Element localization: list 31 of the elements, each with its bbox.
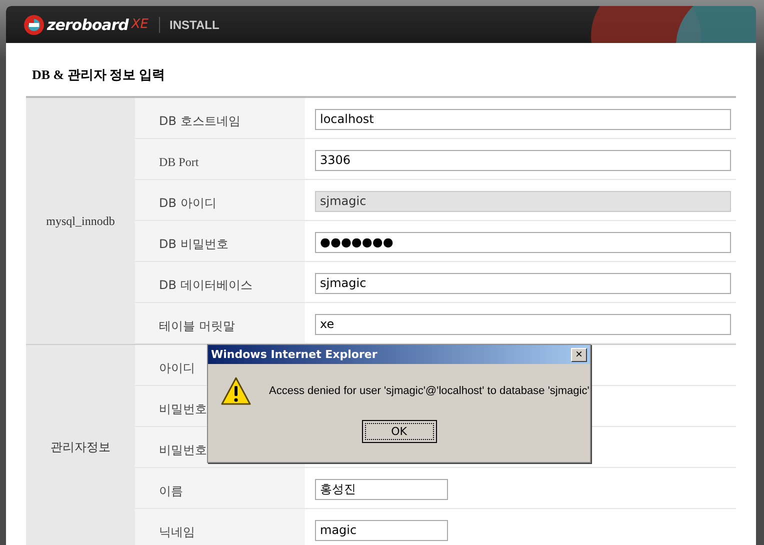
field-label: DB 호스트네임 bbox=[159, 114, 240, 128]
input-field[interactable]: 홍성진 bbox=[315, 479, 448, 500]
form-title: DB & 관리자 정보 입력 bbox=[31, 66, 166, 84]
input-field[interactable]: xe bbox=[315, 314, 731, 334]
input-field[interactable]: localhost bbox=[315, 108, 731, 130]
close-button[interactable]: × bbox=[571, 348, 587, 362]
input-field[interactable]: 3306 bbox=[315, 150, 731, 170]
logo-icon bbox=[23, 14, 45, 36]
field-label: 이름 bbox=[159, 484, 183, 498]
dialog-title: Windows Internet Explorer bbox=[211, 348, 378, 361]
field-label: 아이디 bbox=[159, 361, 195, 375]
group-label: 관리자정보 bbox=[26, 345, 135, 545]
input-field[interactable]: ●●●●●●● bbox=[315, 232, 731, 252]
input-field[interactable]: sjmagic bbox=[315, 190, 731, 212]
ok-button[interactable]: OK bbox=[362, 420, 436, 443]
logo-text: zeroboard bbox=[47, 16, 128, 34]
field-label: DB 비밀번호 bbox=[159, 237, 228, 251]
field-label: 테이블 머릿말 bbox=[159, 319, 235, 333]
dialog-message: Access denied for user 'sjmagic'@'localhost' to database 'sjmagic' bbox=[269, 385, 590, 397]
field-label: 비밀번호 bbox=[159, 402, 207, 416]
logo-suffix: XE bbox=[131, 17, 149, 32]
input-field[interactable]: magic bbox=[315, 520, 448, 540]
group-label: mysql_innodb bbox=[26, 98, 135, 344]
field-label: DB 아이디 bbox=[159, 196, 216, 210]
warning-icon bbox=[220, 376, 252, 406]
field-label: 닉네임 bbox=[159, 525, 195, 539]
section-title: INSTALL bbox=[170, 18, 220, 32]
field-label: DB 데이터베이스 bbox=[159, 278, 252, 292]
field-label: DB Port bbox=[159, 155, 199, 169]
input-field[interactable]: sjmagic bbox=[315, 272, 731, 294]
field-label: 비밀번호 bbox=[159, 443, 207, 457]
